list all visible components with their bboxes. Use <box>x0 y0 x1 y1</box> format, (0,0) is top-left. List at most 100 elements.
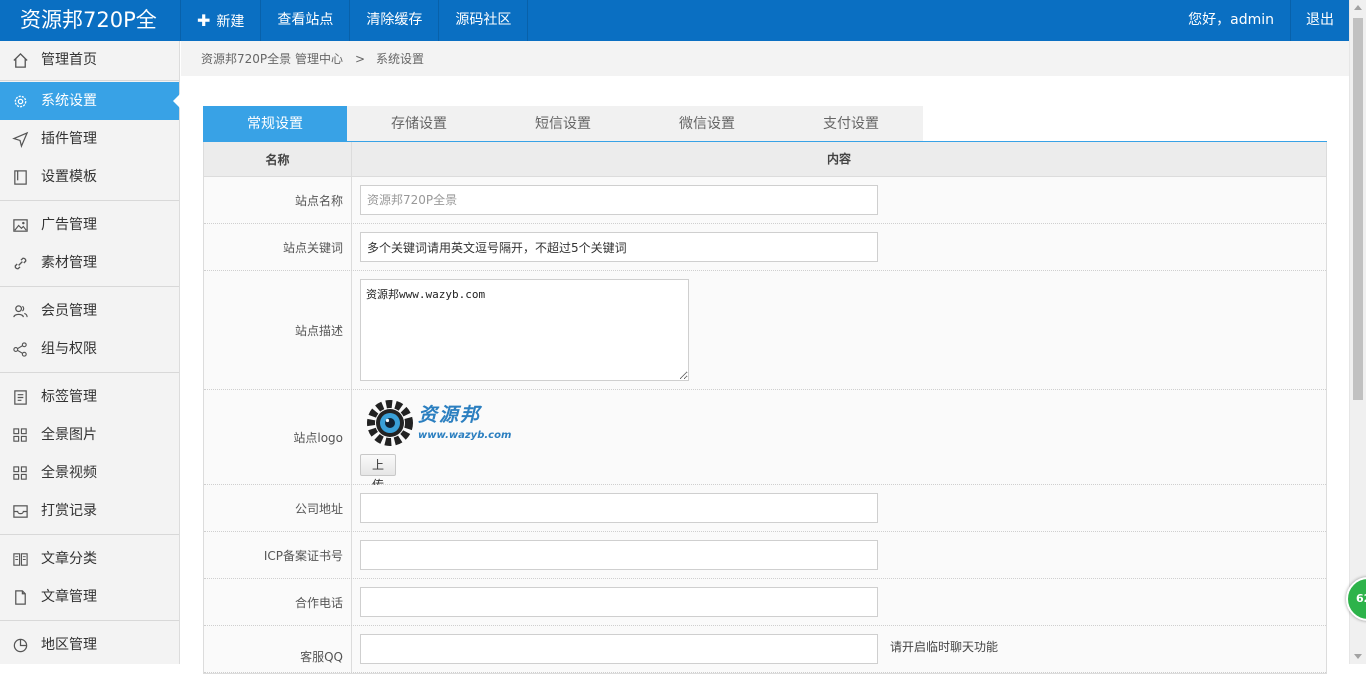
sidebar-item-label: 设置模板 <box>41 169 97 185</box>
company-address-label: 公司地址 <box>204 485 352 531</box>
site-keywords-input[interactable] <box>360 232 878 262</box>
send-icon <box>12 131 29 148</box>
home-icon <box>13 52 28 68</box>
site-keywords-label: 站点关键词 <box>204 224 352 270</box>
qq-label: 客服QQ <box>204 626 352 672</box>
company-address-input[interactable] <box>360 493 878 523</box>
sidebar-item-label: 地区管理 <box>41 637 97 653</box>
sidebar-item-label: 素材管理 <box>41 255 97 271</box>
brand-title: 资源邦720P全 <box>20 8 157 32</box>
site-name-input[interactable] <box>360 185 878 215</box>
table-row: ICP备案证书号 <box>204 532 1326 579</box>
sidebar-item-templates[interactable]: 设置模板 <box>0 158 179 196</box>
qq-hint: 请开启临时聊天功能 <box>890 640 999 654</box>
new-button[interactable]: ✚ 新建 <box>180 0 260 41</box>
scroll-up-icon[interactable] <box>1354 5 1362 10</box>
tab-payment[interactable]: 支付设置 <box>779 106 923 142</box>
site-logo-image: 资源邦 www.wazyb.com <box>366 400 511 450</box>
breadcrumb-current: 系统设置 <box>376 52 425 66</box>
sidebar-item-label: 标签管理 <box>41 389 97 405</box>
inbox-icon <box>13 505 28 518</box>
users-icon <box>13 305 28 318</box>
sidebar-item-label: 打赏记录 <box>41 503 97 519</box>
icp-input[interactable] <box>360 540 878 570</box>
vertical-scrollbar[interactable] <box>1349 0 1366 664</box>
sidebar-item-tips[interactable]: 打赏记录 <box>0 492 179 530</box>
settings-tabs: 常规设置 存储设置 短信设置 微信设置 支付设置 <box>203 106 923 142</box>
sidebar-item-tags[interactable]: 标签管理 <box>0 378 179 416</box>
open-book-icon <box>13 553 28 566</box>
logo-title: 资源邦 <box>418 404 482 426</box>
sidebar-item-members[interactable]: 会员管理 <box>0 292 179 330</box>
sidebar-item-home[interactable]: 管理首页 <box>0 41 179 79</box>
tab-sms[interactable]: 短信设置 <box>491 106 635 142</box>
table-row: 站点名称 <box>204 177 1326 224</box>
sidebar-item-pano-images[interactable]: 全景图片 <box>0 416 179 454</box>
column-header-content: 内容 <box>826 152 851 166</box>
sidebar-divider <box>0 620 179 621</box>
site-description-label: 站点描述 <box>204 271 352 389</box>
breadcrumb-root[interactable]: 资源邦720P全景 管理中心 <box>201 41 343 77</box>
sidebar-item-pano-videos[interactable]: 全景视频 <box>0 454 179 492</box>
top-bar: 资源邦720P全 ✚ 新建 查看站点 清除缓存 源码社区 您好，admin 退出 <box>0 0 1349 41</box>
image-icon <box>13 219 28 232</box>
sidebar-divider <box>0 286 179 287</box>
phone-input[interactable] <box>360 587 878 617</box>
new-button-label: 新建 <box>216 14 245 30</box>
sidebar-item-label: 全景视频 <box>41 465 97 481</box>
sidebar-divider <box>0 372 179 373</box>
tab-wechat[interactable]: 微信设置 <box>635 106 779 142</box>
share-icon <box>13 342 27 357</box>
sidebar-item-materials[interactable]: 素材管理 <box>0 244 179 282</box>
qq-input[interactable] <box>360 634 878 664</box>
table-row: 站点logo 资源邦 www.wazyb.com 上传图片 <box>204 390 1326 532</box>
pie-chart-icon <box>13 638 28 653</box>
sidebar-item-label: 全景图片 <box>41 427 97 443</box>
user-greeting: 您好，admin <box>1188 12 1274 28</box>
top-nav: ✚ 新建 查看站点 清除缓存 源码社区 <box>180 0 529 41</box>
grid-icon <box>13 466 27 480</box>
book-icon <box>14 170 27 185</box>
breadcrumb: 资源邦720P全景 管理中心 > 系统设置 <box>181 41 1349 76</box>
table-row: 站点关键词 <box>204 224 1326 271</box>
table-row: 站点描述 资源邦www.wazyb.com <box>204 271 1326 390</box>
sidebar-item-articles[interactable]: 文章管理 <box>0 578 179 616</box>
table-header: 名称 内容 <box>204 142 1326 177</box>
sidebar-divider <box>0 200 179 201</box>
grid-icon <box>13 428 27 442</box>
sidebar: 管理首页 系统设置 插件管理 设置模板 广告管理 素材管理 会员管理 组与权限 … <box>0 41 180 664</box>
tab-storage[interactable]: 存储设置 <box>347 106 491 142</box>
sidebar-item-regions[interactable]: 地区管理 <box>0 626 179 664</box>
tab-general[interactable]: 常规设置 <box>203 106 347 142</box>
sidebar-item-ads[interactable]: 广告管理 <box>0 206 179 244</box>
gear-icon <box>14 95 27 108</box>
scrollbar-thumb[interactable] <box>1353 18 1363 400</box>
icp-label: ICP备案证书号 <box>204 532 352 578</box>
sidebar-item-label: 文章管理 <box>41 589 97 605</box>
sidebar-item-groups[interactable]: 组与权限 <box>0 330 179 368</box>
upload-image-button[interactable]: 上传图片 <box>360 454 397 532</box>
breadcrumb-separator: > <box>355 52 366 66</box>
view-site-link[interactable]: 查看站点 <box>260 0 349 41</box>
clear-cache-link[interactable]: 清除缓存 <box>349 0 438 41</box>
site-description-textarea[interactable]: 资源邦www.wazyb.com <box>360 279 689 381</box>
plus-icon: ✚ <box>197 11 211 30</box>
table-row: 公司地址 <box>204 485 1326 532</box>
community-link[interactable]: 源码社区 <box>438 0 529 41</box>
column-header-name: 名称 <box>204 142 352 176</box>
file-icon <box>15 590 26 605</box>
sidebar-item-system-settings[interactable]: 系统设置 <box>0 82 180 120</box>
table-row: 合作电话 <box>204 579 1326 626</box>
sidebar-item-label: 组与权限 <box>41 341 97 357</box>
sidebar-divider <box>0 80 179 81</box>
sidebar-item-label: 管理首页 <box>41 52 97 68</box>
link-icon <box>14 257 27 270</box>
site-logo-label: 站点logo <box>204 390 352 484</box>
sidebar-item-label: 文章分类 <box>41 551 97 567</box>
sidebar-item-label: 会员管理 <box>41 303 97 319</box>
logout-button[interactable]: 退出 <box>1290 0 1349 41</box>
logo-url: www.wazyb.com <box>418 430 512 441</box>
sidebar-item-plugins[interactable]: 插件管理 <box>0 120 179 158</box>
sidebar-item-article-categories[interactable]: 文章分类 <box>0 540 179 578</box>
scroll-down-icon[interactable] <box>1354 654 1362 659</box>
